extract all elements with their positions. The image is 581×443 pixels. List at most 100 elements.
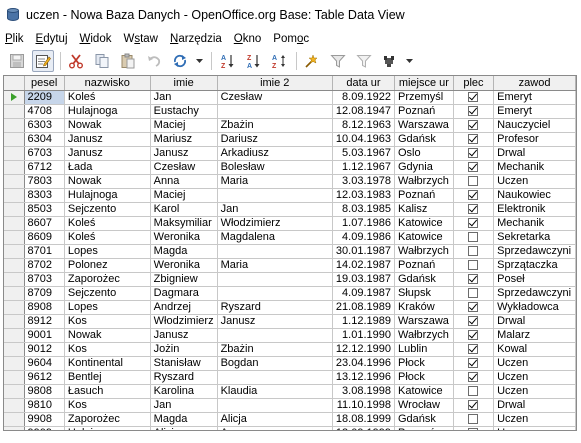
cell-imie[interactable]: Weronika	[150, 230, 218, 245]
table-row[interactable]: 9810 Kos Jan 11.10.1998 Wrocław Drwal	[4, 398, 576, 413]
cell-imie[interactable]: Jożin	[150, 342, 218, 357]
cell-nazwisko[interactable]: Nowak	[64, 118, 151, 133]
cell-zawod[interactable]: Sekretarka	[493, 230, 576, 245]
table-row[interactable]: 9909HulajnogaAlicjaAnna13.09.1999Poznań U…	[4, 426, 576, 430]
cell-zawod[interactable]: Mechanik	[493, 160, 576, 175]
row-header[interactable]	[4, 174, 25, 189]
column-header-data-ur[interactable]: data ur	[332, 76, 395, 91]
cell-nazwisko[interactable]: Kos	[64, 314, 151, 329]
autofilter-icon[interactable]	[301, 50, 323, 72]
checkbox[interactable]	[468, 315, 479, 326]
checkbox[interactable]	[468, 133, 479, 144]
cell-imie[interactable]: Karolina	[150, 384, 218, 399]
cell-imie2[interactable]	[217, 188, 333, 203]
cell-zawod[interactable]: Wykładowca	[493, 300, 576, 315]
cell-imie[interactable]: Weronika	[150, 258, 218, 273]
cell-nazwisko[interactable]: Nowak	[64, 174, 151, 189]
checkbox[interactable]	[468, 147, 479, 158]
checkbox[interactable]	[468, 119, 479, 130]
cell-miejsce_ur[interactable]: Gdańsk	[394, 412, 454, 427]
cell-zawod[interactable]: Uczen	[493, 412, 576, 427]
checkbox[interactable]	[468, 105, 479, 116]
cell-imie[interactable]: Magda	[150, 244, 218, 259]
remove-filter-icon[interactable]	[353, 50, 375, 72]
cell-nazwisko[interactable]: Sejczento	[64, 286, 151, 301]
column-header-miejsce-ur[interactable]: miejsce ur	[394, 76, 454, 91]
cell-zawod[interactable]: Uczen	[493, 370, 576, 385]
cell-plec[interactable]	[453, 230, 495, 245]
cell-plec[interactable]	[453, 160, 495, 175]
cell-pesel[interactable]: 6703	[24, 146, 65, 161]
cell-nazwisko[interactable]: Lopes	[64, 244, 151, 259]
row-header[interactable]	[4, 370, 25, 385]
cell-plec[interactable]	[453, 286, 495, 301]
cell-pesel[interactable]: 9810	[24, 398, 65, 413]
cell-plec[interactable]	[453, 328, 495, 343]
cell-nazwisko[interactable]: Polonez	[64, 258, 151, 273]
checkbox[interactable]	[468, 217, 479, 228]
cell-imie2[interactable]: Dariusz	[217, 132, 333, 147]
cell-plec[interactable]	[453, 300, 495, 315]
cell-plec[interactable]	[453, 132, 495, 147]
cell-miejsce_ur[interactable]: Wałbrzych	[394, 174, 454, 189]
find-record-icon[interactable]	[379, 50, 401, 72]
cell-imie2[interactable]	[217, 370, 333, 385]
cell-miejsce_ur[interactable]: Warszawa	[394, 314, 454, 329]
cell-nazwisko[interactable]: Kontinental	[64, 356, 151, 371]
row-header[interactable]	[4, 230, 25, 245]
checkbox[interactable]	[468, 287, 479, 298]
cell-imie2[interactable]: Zbażin	[217, 342, 333, 357]
cell-imie[interactable]: Maksymiliar	[150, 216, 218, 231]
cell-miejsce_ur[interactable]: Oslo	[394, 146, 454, 161]
table-row[interactable]: 6703 Janusz Janusz Arkadiusz 5.03.1967 Oslo Dr…	[4, 146, 576, 161]
data-grid[interactable]: pesel nazwisko imie imie 2 data ur miejsce ur…	[3, 75, 577, 431]
cell-zawod[interactable]: Uczen	[493, 426, 576, 430]
cell-miejsce_ur[interactable]: Przemyśl	[394, 90, 454, 105]
cell-nazwisko[interactable]: Koleś	[64, 230, 151, 245]
cell-imie[interactable]: Mariusz	[150, 132, 218, 147]
cell-zawod[interactable]: Sprzątaczka	[493, 258, 576, 273]
table-row[interactable]: 8503 Sejczento Karol Jan 8.03.1985 Kalisz Elek…	[4, 202, 576, 217]
cell-imie[interactable]: Janusz	[150, 328, 218, 343]
cell-plec[interactable]	[453, 398, 495, 413]
cell-pesel[interactable]: 8503	[24, 202, 65, 217]
cell-imie2[interactable]: Maria	[217, 258, 333, 273]
row-header[interactable]	[4, 202, 25, 217]
table-row[interactable]: 7803 Nowak Anna Maria 3.03.1978 Wałbrzych Ucze…	[4, 174, 576, 189]
cell-imie[interactable]: Andrzej	[150, 300, 218, 315]
cell-data_ur[interactable]: 3.08.1998	[332, 384, 395, 399]
cell-nazwisko[interactable]: Łasuch	[64, 384, 151, 399]
cell-data_ur[interactable]: 4.09.1986	[332, 230, 395, 245]
cell-plec[interactable]	[453, 174, 495, 189]
cell-nazwisko[interactable]: Kos	[64, 342, 151, 357]
cell-zawod[interactable]: Elektronik	[493, 202, 576, 217]
cell-data_ur[interactable]: 1.12.1967	[332, 160, 395, 175]
cell-nazwisko[interactable]: Lopes	[64, 300, 151, 315]
cell-plec[interactable]	[453, 216, 495, 231]
menu-item[interactable]: Narzędzia	[169, 33, 223, 45]
row-header[interactable]	[4, 146, 25, 161]
row-header[interactable]	[4, 272, 25, 287]
checkbox[interactable]	[468, 161, 479, 172]
cell-plec[interactable]	[453, 370, 495, 385]
checkbox[interactable]	[468, 413, 479, 424]
cell-miejsce_ur[interactable]: Poznań	[394, 104, 454, 119]
cell-imie2[interactable]: Alicja	[217, 412, 333, 427]
cell-imie2[interactable]: Włodzimierz	[217, 216, 333, 231]
cell-zawod[interactable]: Poseł	[493, 272, 576, 287]
cell-pesel[interactable]: 7803	[24, 174, 65, 189]
row-header[interactable]	[4, 398, 25, 413]
cell-miejsce_ur[interactable]: Katowice	[394, 384, 454, 399]
cell-data_ur[interactable]: 12.03.1983	[332, 188, 395, 203]
cell-pesel[interactable]: 8303	[24, 188, 65, 203]
cell-data_ur[interactable]: 30.01.1987	[332, 244, 395, 259]
cell-plec[interactable]	[453, 426, 495, 430]
column-header-pesel[interactable]: pesel	[24, 76, 65, 91]
row-header[interactable]	[4, 118, 25, 133]
checkbox[interactable]	[468, 231, 479, 242]
cell-plec[interactable]	[453, 272, 495, 287]
row-header[interactable]	[4, 328, 25, 343]
cell-imie2[interactable]: Arkadiusz	[217, 146, 333, 161]
undo-icon[interactable]	[143, 50, 165, 72]
cell-pesel[interactable]: 6304	[24, 132, 65, 147]
